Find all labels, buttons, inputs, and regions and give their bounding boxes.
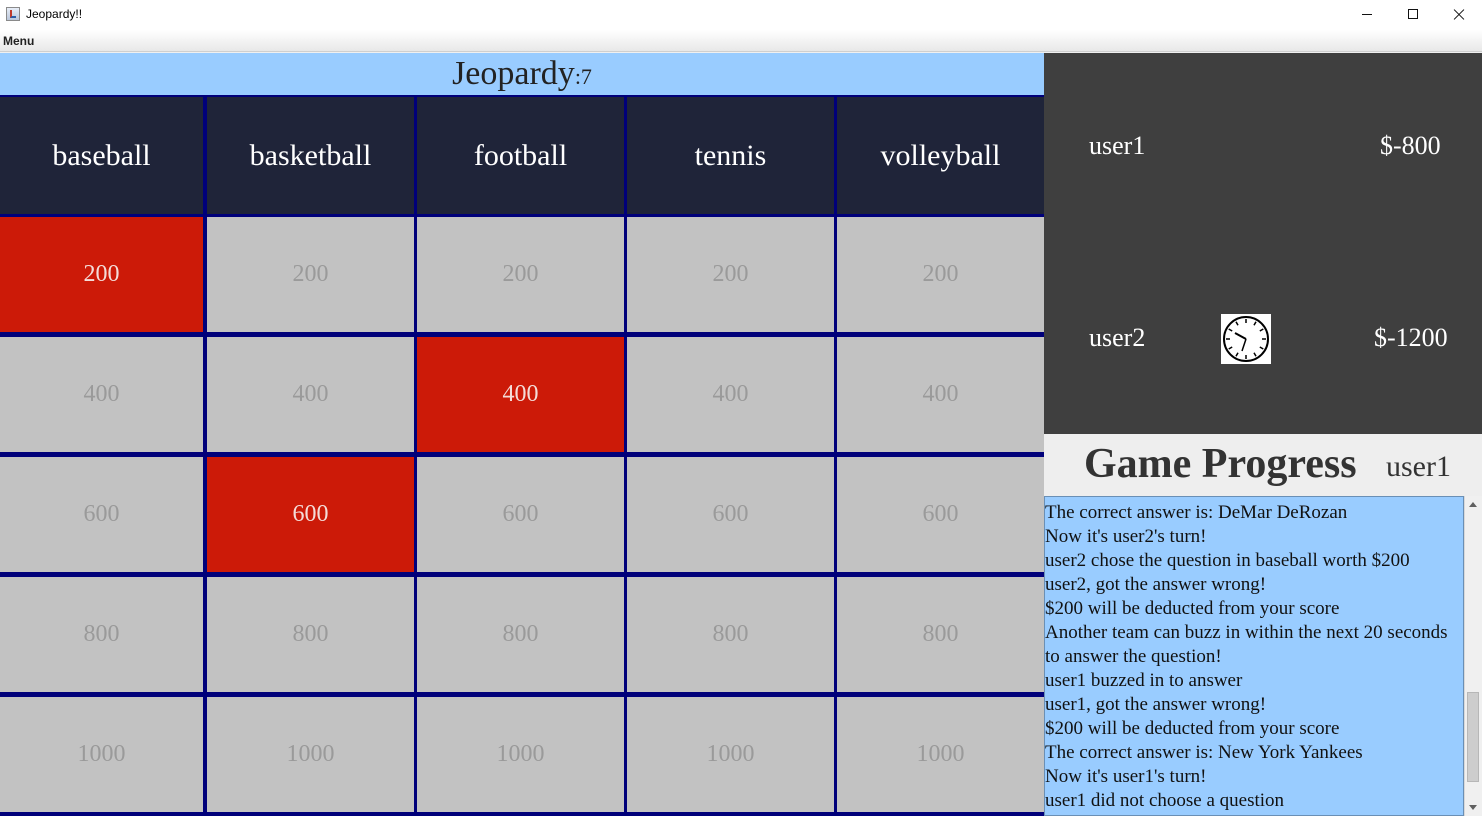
- question-cell[interactable]: 1000: [207, 697, 414, 812]
- question-cell[interactable]: 600: [207, 457, 414, 572]
- scroll-up-arrow-icon[interactable]: [1465, 496, 1482, 513]
- log-scrollbar[interactable]: [1464, 496, 1482, 816]
- question-cell[interactable]: 1000: [417, 697, 624, 812]
- maximize-icon[interactable]: [1390, 0, 1436, 30]
- window-title: Jeopardy!!: [26, 7, 83, 21]
- log-line: Another team can buzz in within the next…: [1045, 622, 1448, 643]
- question-cell[interactable]: 400: [837, 337, 1044, 452]
- log-line: $200 will be deducted from your score: [1045, 598, 1340, 619]
- log-line: $200 will be deducted from your score: [1045, 718, 1340, 739]
- question-cell[interactable]: 1000: [627, 697, 834, 812]
- question-cell[interactable]: 600: [417, 457, 624, 572]
- minimize-icon[interactable]: [1344, 0, 1390, 30]
- window-title-bar: Jeopardy!!: [0, 0, 1482, 30]
- category-header: tennis: [627, 97, 834, 214]
- question-cell[interactable]: 400: [417, 337, 624, 452]
- question-cell[interactable]: 200: [207, 217, 414, 332]
- scroll-down-arrow-icon[interactable]: [1465, 799, 1482, 816]
- question-cell[interactable]: 600: [627, 457, 834, 572]
- question-cell[interactable]: 200: [417, 217, 624, 332]
- board-title: Jeopardy: [452, 55, 575, 92]
- question-cell[interactable]: 200: [0, 217, 203, 332]
- menu-bar: Menu: [0, 30, 1482, 52]
- question-cell[interactable]: 1000: [837, 697, 1044, 812]
- player-name: user2: [1089, 323, 1146, 352]
- log-line: Now it's user1's turn!: [1045, 766, 1207, 787]
- clock-icon: [1221, 314, 1271, 364]
- question-cell[interactable]: 800: [207, 577, 414, 692]
- category-header: basketball: [207, 97, 414, 214]
- game-progress-title: Game Progress: [1084, 441, 1357, 487]
- board-header: Jeopardy:7: [0, 53, 1044, 95]
- player-score: $-800: [1380, 131, 1441, 160]
- question-cell[interactable]: 400: [627, 337, 834, 452]
- question-cell[interactable]: 800: [837, 577, 1044, 692]
- question-cell[interactable]: 400: [0, 337, 203, 452]
- scroll-thumb[interactable]: [1467, 692, 1479, 782]
- question-cell[interactable]: 600: [0, 457, 203, 572]
- question-cell[interactable]: 200: [837, 217, 1044, 332]
- log-line: user2, got the answer wrong!: [1045, 574, 1267, 595]
- menu-button[interactable]: Menu: [3, 34, 34, 48]
- log-line: Now it's user2's turn!: [1045, 526, 1207, 547]
- question-cell[interactable]: 200: [627, 217, 834, 332]
- log-line: The correct answer is: New York Yankees: [1045, 742, 1363, 763]
- category-header: baseball: [0, 97, 203, 214]
- log-line: user2 chose the question in baseball wor…: [1045, 550, 1410, 571]
- player-name: user1: [1089, 131, 1146, 160]
- question-cell[interactable]: 800: [0, 577, 203, 692]
- game-log[interactable]: The correct answer is: DeMar DeRozan Now …: [1044, 496, 1464, 816]
- question-cell[interactable]: 1000: [0, 697, 203, 812]
- log-line: user1, got the answer wrong!: [1045, 694, 1267, 715]
- category-header: football: [417, 97, 624, 214]
- log-line: user1 buzzed in to answer: [1045, 670, 1243, 691]
- score-panel: [1044, 53, 1482, 434]
- question-board: baseball basketball football tennis volleyba…: [0, 95, 1044, 816]
- game-progress-header: Game Progress user1: [1044, 434, 1482, 496]
- log-line: The correct answer is: DeMar DeRozan: [1045, 502, 1348, 523]
- log-line: user1 did not choose a question: [1045, 790, 1285, 811]
- question-cell[interactable]: 400: [207, 337, 414, 452]
- current-turn-user: user1: [1386, 450, 1451, 483]
- close-icon[interactable]: [1436, 0, 1482, 30]
- player-score: $-1200: [1374, 323, 1448, 352]
- question-cell[interactable]: 600: [837, 457, 1044, 572]
- question-cell[interactable]: 800: [417, 577, 624, 692]
- log-line: to answer the question!: [1045, 646, 1222, 667]
- question-count: :7: [574, 64, 592, 89]
- category-header: volleyball: [837, 97, 1044, 214]
- java-app-icon: [6, 7, 20, 21]
- question-cell[interactable]: 800: [627, 577, 834, 692]
